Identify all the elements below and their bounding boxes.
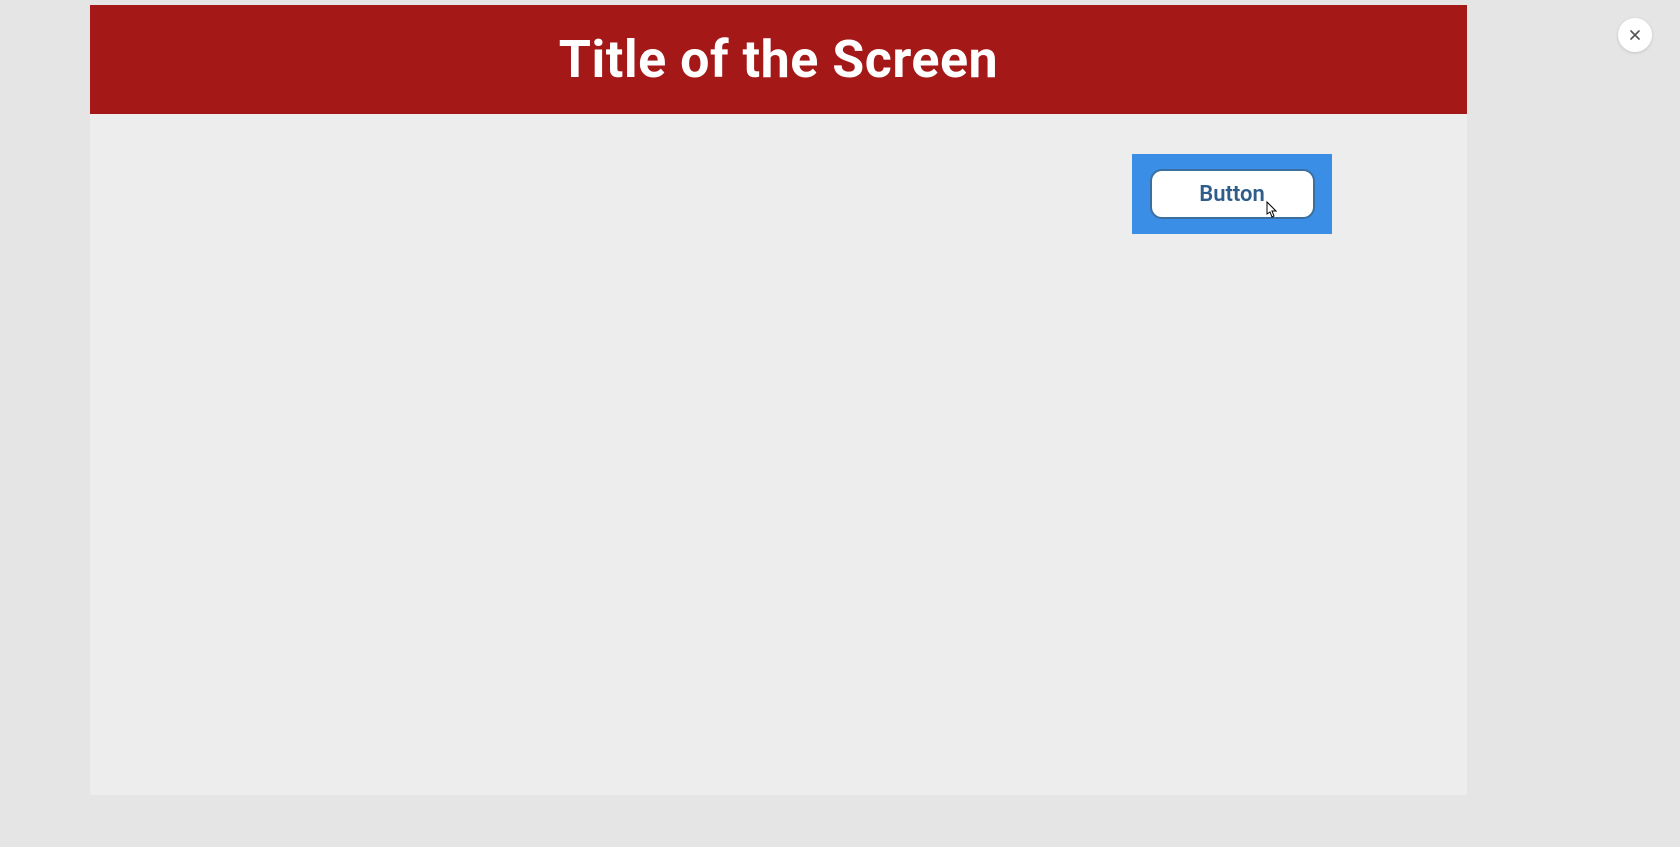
close-icon: [1627, 27, 1643, 43]
page-title: Title of the Screen: [559, 29, 998, 90]
page-container: Title of the Screen Button: [90, 5, 1467, 795]
close-button[interactable]: [1618, 18, 1652, 52]
button-highlight: Button: [1132, 154, 1332, 234]
content-area: Button: [90, 114, 1467, 795]
header-bar: Title of the Screen: [90, 5, 1467, 114]
primary-button[interactable]: Button: [1150, 169, 1315, 219]
